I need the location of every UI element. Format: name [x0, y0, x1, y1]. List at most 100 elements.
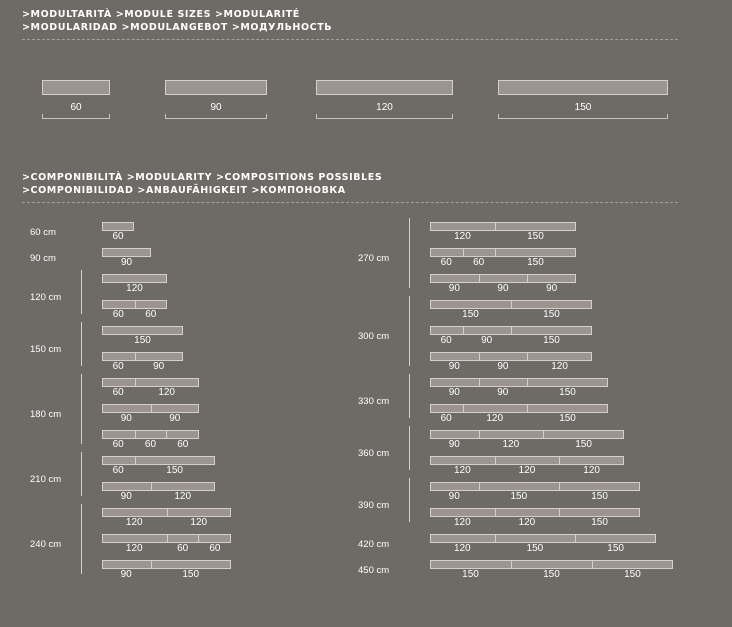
composition-module-120	[431, 223, 495, 230]
composition-module-90	[103, 249, 150, 256]
composition-module-120	[527, 353, 591, 360]
composition-module-label: 120	[453, 517, 471, 528]
composition-values: 120 120 120	[430, 465, 624, 477]
composition-module-label: 90	[448, 361, 460, 372]
group-bracket	[81, 270, 82, 314]
composition-module-label: 90	[448, 491, 460, 502]
total-width-label-right: 420 cm	[358, 539, 390, 550]
composition-module-label: 150	[462, 309, 479, 320]
composition-module-120	[559, 457, 623, 464]
group-bracket	[409, 296, 410, 366]
composition-module-label: 60	[112, 465, 124, 476]
composition-values: 90 120	[102, 491, 215, 503]
composition-module-label: 150	[527, 257, 544, 268]
composition-module-150	[431, 561, 511, 568]
composition-module-150	[150, 561, 230, 568]
composition-module-label: 90	[448, 439, 460, 450]
composition-values: 90 90 150	[430, 387, 608, 399]
composition-values: 90 90 90	[430, 283, 576, 295]
composition-module-60	[134, 431, 167, 438]
composition-module-120	[103, 535, 167, 542]
composition-bar	[430, 430, 624, 439]
composition-values: 60 90	[102, 361, 183, 373]
composition-module-label: 120	[502, 439, 520, 450]
composition-module-label: 90	[120, 257, 133, 268]
composition-module-150	[511, 301, 591, 308]
composition-module-90	[479, 379, 527, 386]
composition-module-label: 60	[177, 439, 189, 450]
composition-module-label: 150	[543, 309, 560, 320]
composition-module-120	[495, 457, 559, 464]
composition-module-label: 150	[182, 569, 200, 580]
composition-module-label: 60	[473, 257, 485, 268]
composition-values: 150 150	[430, 309, 592, 321]
composition-module-label: 150	[166, 465, 183, 476]
composition-bar	[102, 326, 183, 335]
composition-module-120	[495, 509, 559, 516]
composition-bar	[430, 378, 608, 387]
composition-module-label: 60	[177, 543, 189, 554]
composition-bar	[102, 560, 231, 569]
total-width-label-left: 180 cm	[30, 409, 62, 420]
composition-module-label: 60	[145, 309, 157, 320]
group-bracket	[409, 478, 410, 522]
composition-module-120	[431, 535, 495, 542]
composition-values: 60 60 150	[430, 257, 576, 269]
total-width-label-right: 360 cm	[358, 448, 390, 459]
total-width-label-left: 210 cm	[30, 474, 62, 485]
total-width-label-right: 270 cm	[358, 253, 390, 264]
composition-bar	[430, 534, 656, 543]
composition-module-150	[591, 561, 672, 568]
composition-module-label: 60	[440, 257, 452, 268]
composition-bar	[430, 404, 608, 413]
composition-module-90	[431, 353, 479, 360]
composition-module-150	[134, 457, 214, 464]
composition-module-label: 90	[497, 387, 509, 398]
composition-module-label: 90	[120, 491, 132, 502]
composition-module-label: 120	[126, 283, 143, 294]
composition-module-60	[103, 431, 135, 438]
composition-module-60	[103, 379, 135, 386]
composition-module-150	[495, 535, 575, 542]
composition-bar	[430, 456, 624, 465]
composition-values: 60	[102, 231, 134, 243]
composition-module-60	[431, 327, 463, 334]
composition-module-150	[511, 561, 591, 568]
composition-module-60	[103, 301, 135, 308]
composition-module-60	[166, 431, 198, 438]
total-width-label-left: 150 cm	[30, 344, 62, 355]
composition-values: 120 120 150	[430, 517, 640, 529]
composition-values: 60 120 150	[430, 413, 608, 425]
group-bracket	[409, 374, 410, 418]
composition-module-label: 60	[112, 361, 124, 372]
composition-module-label: 150	[591, 491, 608, 502]
composition-module-60	[103, 457, 135, 464]
composition-values: 60 120	[102, 387, 199, 399]
composition-module-120	[103, 275, 166, 282]
composition-module-60	[431, 249, 463, 256]
composition-module-label: 60	[112, 309, 124, 320]
composition-module-90	[431, 379, 479, 386]
composition-module-90	[479, 275, 527, 282]
composition-module-90	[431, 275, 479, 282]
composition-values: 120	[102, 283, 167, 295]
composition-module-label: 150	[543, 335, 560, 346]
group-bracket	[409, 218, 410, 288]
composition-module-150	[479, 483, 559, 490]
composition-values: 120 60 60	[102, 543, 231, 555]
composition-values: 90 90	[102, 413, 199, 425]
composition-module-label: 60	[144, 439, 157, 450]
composition-module-label: 150	[543, 569, 560, 580]
composition-module-90	[431, 483, 479, 490]
composition-values: 90 120 150	[430, 439, 624, 451]
composition-module-label: 90	[546, 283, 558, 294]
composition-module-label: 90	[153, 361, 165, 372]
composition-module-label: 120	[518, 517, 536, 528]
composition-module-60	[463, 249, 495, 256]
composition-module-label: 60	[112, 231, 124, 242]
composition-module-150	[575, 535, 655, 542]
composition-values: 120 120	[102, 517, 231, 529]
composition-module-60	[103, 223, 133, 230]
composition-module-150	[543, 431, 623, 438]
group-bracket	[81, 374, 82, 444]
